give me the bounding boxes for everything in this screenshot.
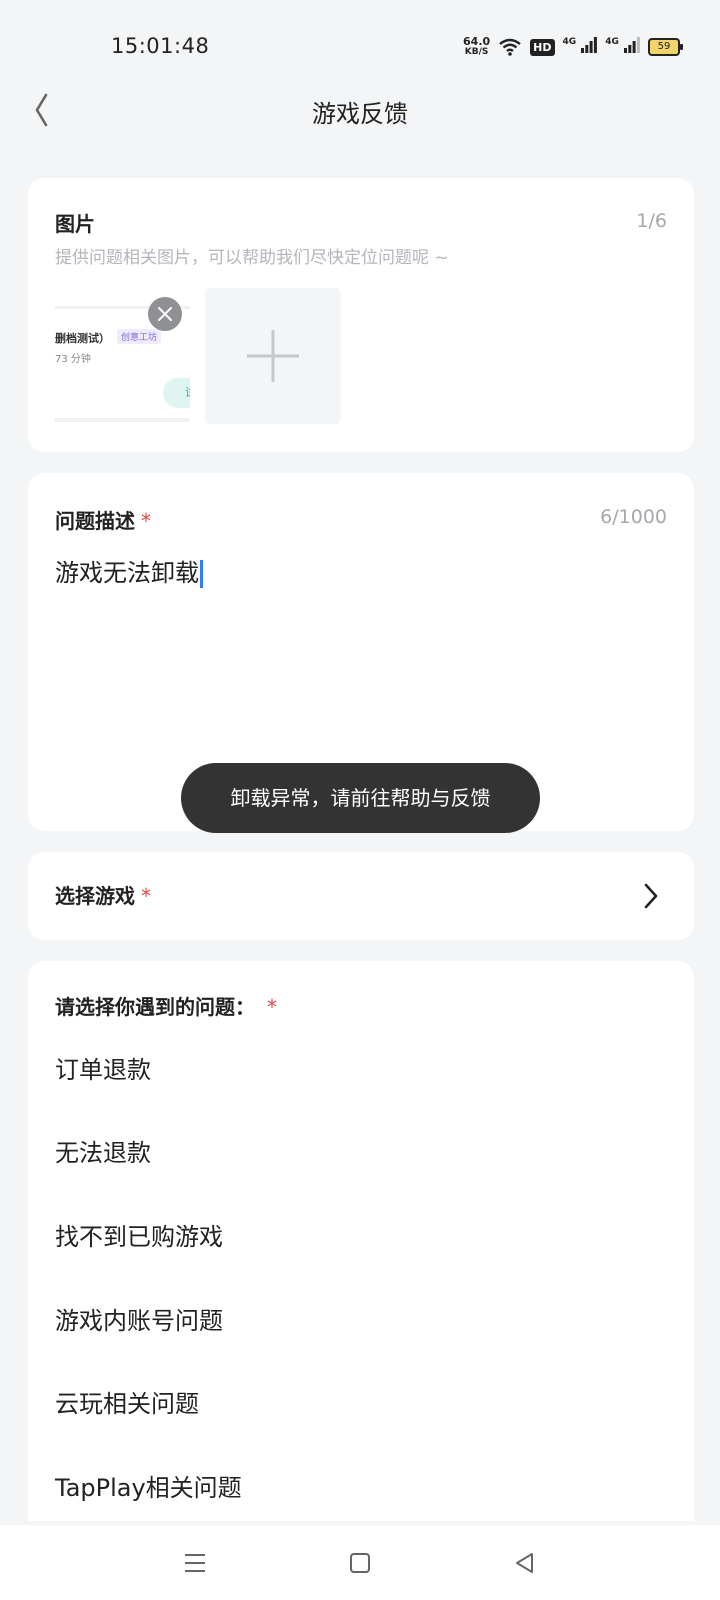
network-speed-value: 64.0 [463, 35, 491, 48]
description-textarea[interactable]: 游戏无法卸载 [55, 553, 203, 588]
images-hint: 提供问题相关图片，可以帮助我们尽快定位问题呢 ~ [55, 248, 449, 268]
triangle-back-icon [516, 1553, 533, 1573]
image-counter: 1/6 [636, 210, 667, 232]
select-game-label: 选择游戏 [55, 884, 135, 908]
status-time: 15:01:48 [111, 34, 210, 58]
recents-button[interactable] [175, 1543, 215, 1583]
images-card: 图片 1/6 提供问题相关图片，可以帮助我们尽快定位问题呢 ~ 删档测试） 创意… [28, 178, 694, 452]
signal-bars-icon [624, 37, 640, 53]
battery-icon: 59 [648, 38, 683, 56]
text-caret [200, 560, 203, 588]
signal-1: 4G [563, 37, 598, 57]
description-value: 游戏无法卸载 [55, 559, 199, 587]
wifi-icon [499, 38, 521, 56]
issue-option-cannot-refund[interactable]: 无法退款 [55, 1133, 151, 1168]
close-icon [158, 307, 172, 321]
menu-icon [185, 1554, 205, 1572]
issue-option-account[interactable]: 游戏内账号问题 [55, 1301, 223, 1336]
thumb-pill: 试 [163, 378, 190, 408]
header-bar: 游戏反馈 [0, 80, 720, 140]
description-title: 问题描述 * [55, 505, 151, 534]
issues-label: 请选择你遇到的问题： [55, 995, 255, 1019]
chevron-right-icon [644, 883, 658, 909]
status-icons: 64.0 KB/S HD 4G 4G 59 [463, 36, 683, 58]
add-image-button[interactable] [205, 288, 341, 424]
thumb-divider [55, 418, 190, 422]
system-back-button[interactable] [505, 1543, 545, 1583]
issue-option-missing-game[interactable]: 找不到已购游戏 [55, 1217, 223, 1252]
plus-icon [247, 330, 299, 382]
issue-option-cloud-play[interactable]: 云玩相关问题 [55, 1384, 199, 1419]
issue-option-refund-order[interactable]: 订单退款 [55, 1050, 151, 1085]
thumb-subtitle: 73 分钟 [55, 354, 91, 365]
toast-message: 卸载异常，请前往帮助与反馈 [181, 763, 540, 833]
signal-1-label: 4G [562, 37, 577, 47]
home-button[interactable] [340, 1543, 380, 1583]
select-game-row[interactable]: 选择游戏 * [28, 852, 694, 940]
thumb-title: 删档测试） [55, 332, 110, 345]
remove-image-button[interactable] [148, 297, 182, 331]
hd-voice-badge: HD [530, 38, 555, 56]
description-label: 问题描述 [55, 509, 135, 533]
thumb-tag: 创意工坊 [117, 329, 162, 344]
description-counter: 6/1000 [600, 506, 667, 528]
issue-option-tapplay[interactable]: TapPlay相关问题 [55, 1468, 242, 1503]
images-title: 图片 [55, 212, 95, 236]
network-speed-unit: KB/S [464, 47, 489, 57]
page-title: 游戏反馈 [312, 100, 408, 128]
signal-2-label: 4G [605, 37, 619, 47]
system-nav-bar [0, 1525, 720, 1600]
issues-card: 请选择你遇到的问题： * 订单退款 无法退款 找不到已购游戏 游戏内账号问题 云玩… [28, 961, 694, 1521]
required-mark: * [141, 509, 151, 533]
network-speed: 64.0 KB/S [463, 36, 490, 58]
issues-title: 请选择你遇到的问题： * [55, 991, 277, 1020]
signal-2: 4G [605, 37, 640, 57]
select-game-title: 选择游戏 * [55, 880, 151, 909]
signal-bars-icon [581, 37, 598, 53]
square-icon [350, 1553, 370, 1573]
required-mark: * [141, 884, 151, 908]
required-mark: * [267, 995, 277, 1019]
